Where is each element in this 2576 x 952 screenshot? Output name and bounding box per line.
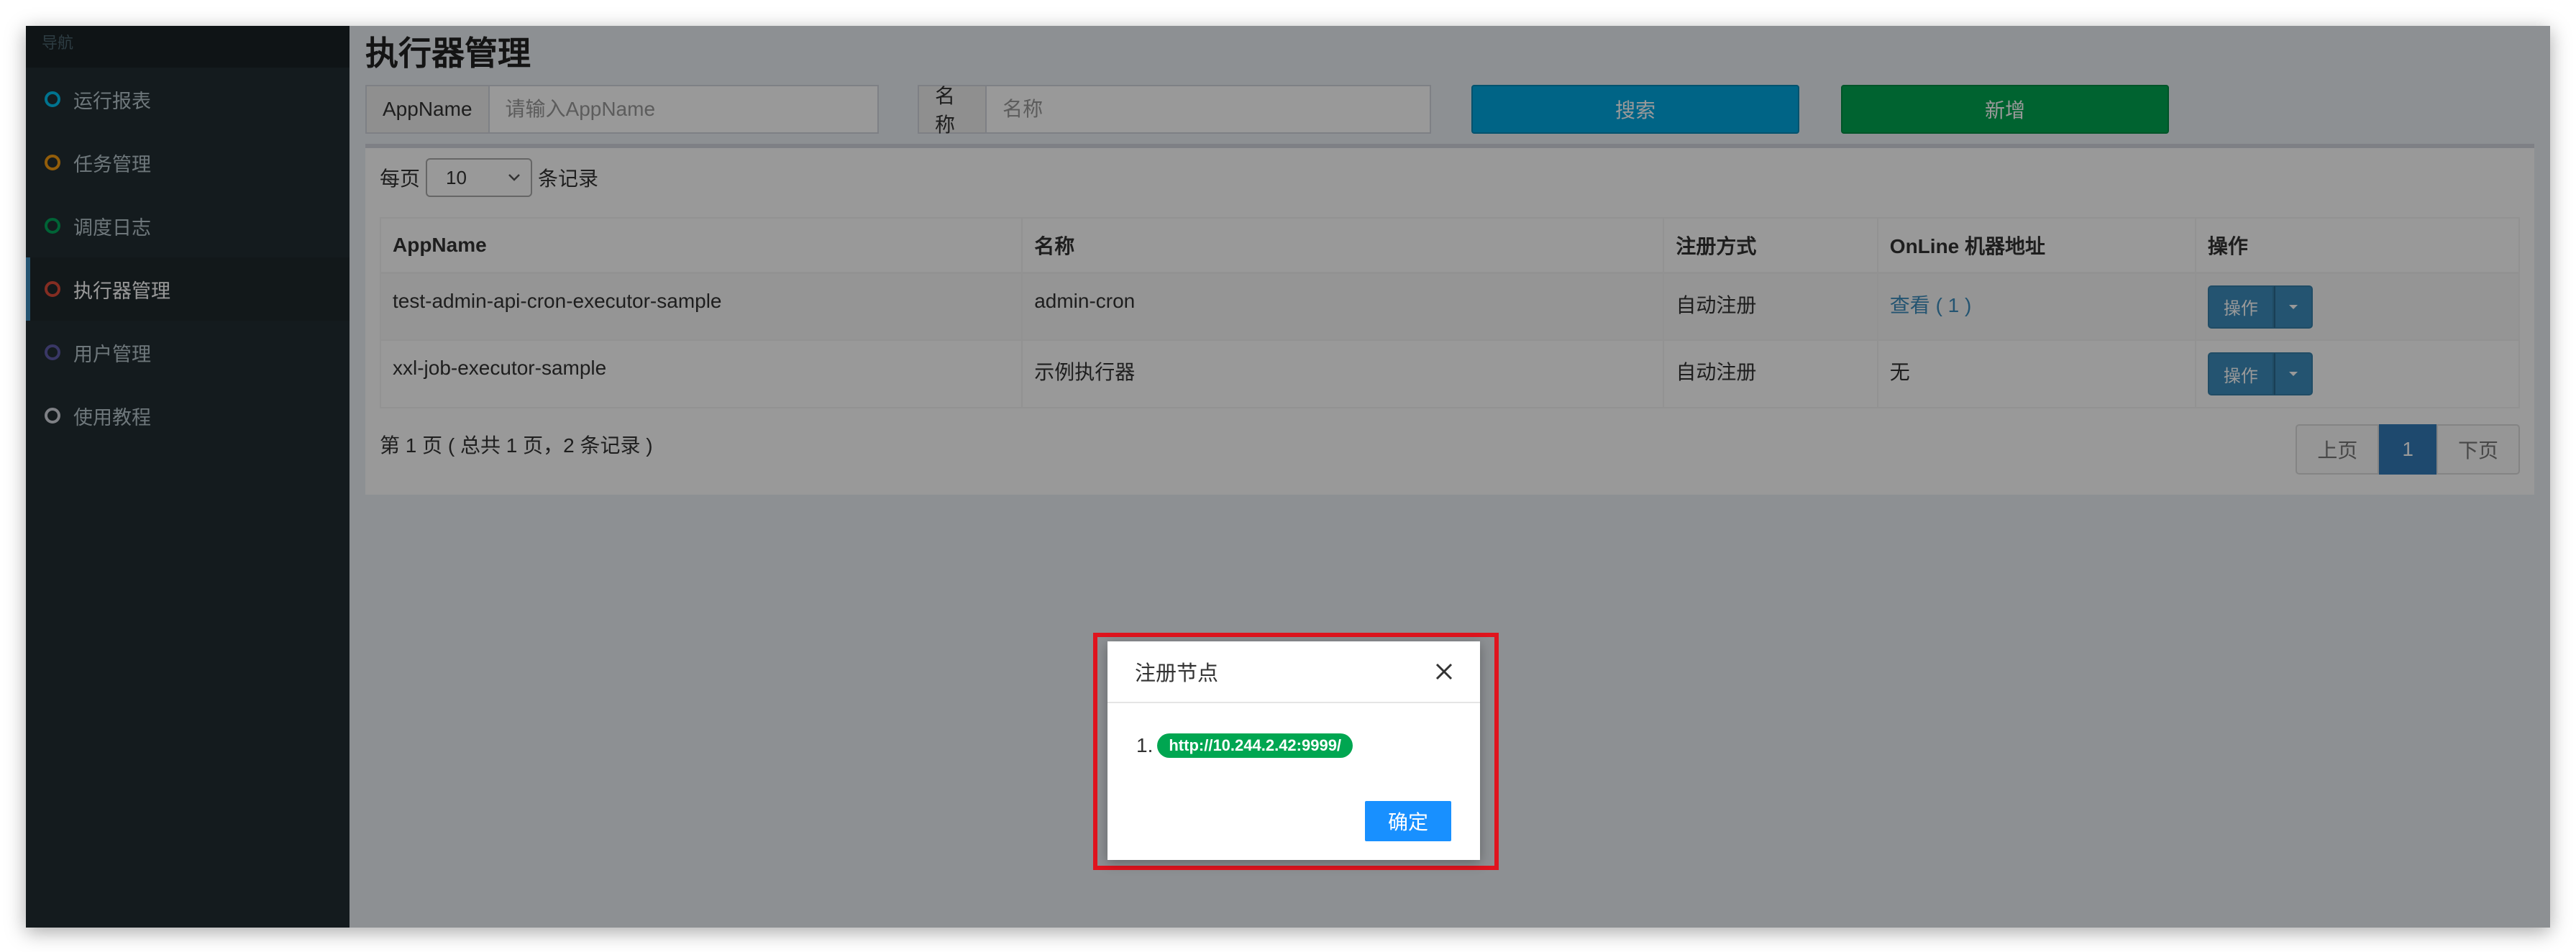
dialog-title: 注册节点 [1135,662,1219,685]
confirm-button[interactable]: 确定 [1365,801,1451,841]
node-index: 1. [1136,734,1154,756]
registered-nodes-dialog: 注册节点 1. http://10.244.2.42:9999/ 确定 [1107,641,1480,860]
close-icon[interactable] [1434,656,1454,687]
dialog-header: 注册节点 [1107,641,1480,703]
node-address-badge: http://10.244.2.42:9999/ [1157,733,1353,758]
dialog-body: 1. http://10.244.2.42:9999/ [1107,703,1480,758]
